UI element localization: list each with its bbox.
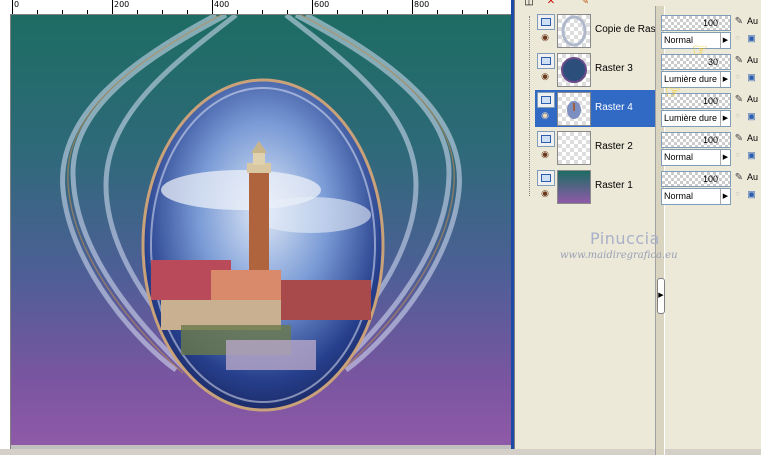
edit-brush-icon[interactable]: ✎ [733,93,745,107]
blend-mode-select[interactable]: Normal ▶ [661,149,731,166]
lock-icon[interactable]: ▣ [746,188,757,200]
link-icon[interactable]: ○ [733,72,742,82]
edit-brush-icon[interactable]: ✎ [733,54,745,68]
eye-icon[interactable]: ◉ [538,110,552,120]
layer-name: Raster 2 [595,141,633,152]
layer-props-row: 100 Normal ▶ ✎ Au ○ ▣ [660,170,761,209]
layer-row[interactable]: ◉ Raster 4 [535,90,663,127]
ruler-label: 200 [114,0,130,9]
eye-icon[interactable]: ◉ [538,149,552,159]
image-canvas[interactable] [11,15,511,445]
lock-icon[interactable]: ▣ [746,32,757,44]
ruler-label: 800 [414,0,430,9]
ruler-label: 400 [214,0,230,9]
edit-brush-icon[interactable]: ✎ [733,132,745,146]
ruler-vertical [0,14,11,449]
watermark-url: www.maidiregrafica.eu [560,250,678,261]
dropdown-arrow-icon[interactable]: ▶ [720,33,730,48]
layer-row[interactable]: ◉ Raster 3 [535,51,663,88]
layer-row[interactable]: ◉ Raster 2 [535,129,663,166]
layer-properties: 100 Normal ▶ ✎ Au ○ ▣ 30 Lumière dure ▶ ✎ … [660,6,761,449]
layer-visibility-toggle[interactable] [537,53,555,69]
layer-name: Raster 1 [595,180,633,191]
edit-brush-icon[interactable]: ✎ [733,171,745,185]
layer-thumbnail [557,170,591,204]
watermark-title: Pinuccia [590,229,660,248]
layer-thumbnail [557,53,591,87]
layer-thumbnail [557,14,591,48]
canvas-artwork [60,15,462,412]
layer-visibility-toggle[interactable] [537,131,555,147]
auto-label: Au [747,55,759,65]
link-icon[interactable]: ○ [733,189,742,199]
layer-thumbnail [557,92,591,126]
layer-tree: ◉ Copie de Ras ◉ Raster 3 ◉ Raster 4 ◉ R… [525,6,665,455]
blend-mode-value: Normal [664,152,694,162]
layer-props-row: 100 Normal ▶ ✎ Au ○ ▣ [660,14,761,53]
dropdown-arrow-icon[interactable]: ▶ [720,111,730,126]
blend-mode-select[interactable]: Lumière dure ▶ [661,110,731,127]
dropdown-arrow-icon[interactable]: ▶ [720,189,730,204]
ruler-label: 600 [314,0,330,9]
link-icon[interactable]: ○ [733,150,742,160]
auto-label: Au [747,172,759,182]
layer-name: Raster 3 [595,63,633,74]
link-icon[interactable]: ○ [733,33,742,43]
auto-label: Au [747,16,759,26]
lock-icon[interactable]: ▣ [746,71,757,83]
layer-visibility-toggle[interactable] [537,92,555,108]
blend-mode-value: Normal [664,35,694,45]
lock-icon[interactable]: ▣ [746,149,757,161]
layer-thumbnail [557,131,591,165]
edit-brush-icon[interactable]: ✎ [733,15,745,29]
auto-label: Au [747,133,759,143]
dropdown-arrow-icon[interactable]: ▶ [720,72,730,87]
opacity-value: 100 [702,18,718,28]
layer-visibility-toggle[interactable] [537,14,555,30]
opacity-value: 100 [702,174,718,184]
blend-mode-value: Normal [664,191,694,201]
ruler-horizontal: 0 200 400 600 800 [10,0,514,15]
ruler-label: 0 [14,0,20,9]
opacity-slider[interactable]: 100 [661,15,731,31]
layer-row[interactable]: ◉ Copie de Ras [535,12,663,49]
auto-label: Au [747,94,759,104]
layer-name: Raster 4 [593,102,635,114]
dropdown-arrow-icon[interactable]: ▶ [720,150,730,165]
layer-props-row: 100 Normal ▶ ✎ Au ○ ▣ [660,131,761,170]
layer-row[interactable]: ◉ Raster 1 [535,168,663,205]
image-window: 0 200 400 600 800 [0,0,514,449]
layer-visibility-toggle[interactable] [537,170,555,186]
blend-mode-value: Lumière dure [664,113,718,123]
opacity-slider[interactable]: 100 [661,171,731,187]
opacity-value: 100 [702,96,718,106]
pointing-hand-icon: ☞ [692,40,709,60]
opacity-value: 30 [707,57,718,67]
eye-icon[interactable]: ◉ [538,188,552,198]
eye-icon[interactable]: ◉ [538,32,552,42]
link-icon[interactable]: ○ [733,111,742,121]
opacity-slider[interactable]: 100 [661,132,731,148]
lock-icon[interactable]: ▣ [746,110,757,122]
opacity-value: 100 [702,135,718,145]
layer-name: Copie de Ras [595,24,656,35]
pointing-hand-icon: ☞ [665,82,682,102]
eye-icon[interactable]: ◉ [538,71,552,81]
ruler-corner [0,0,10,14]
layers-palette: ◫ ✕ ✎ ◉ Copie de Ras ◉ Raster 3 ◉ Raster… [514,0,761,455]
blend-mode-select[interactable]: Normal ▶ [661,188,731,205]
